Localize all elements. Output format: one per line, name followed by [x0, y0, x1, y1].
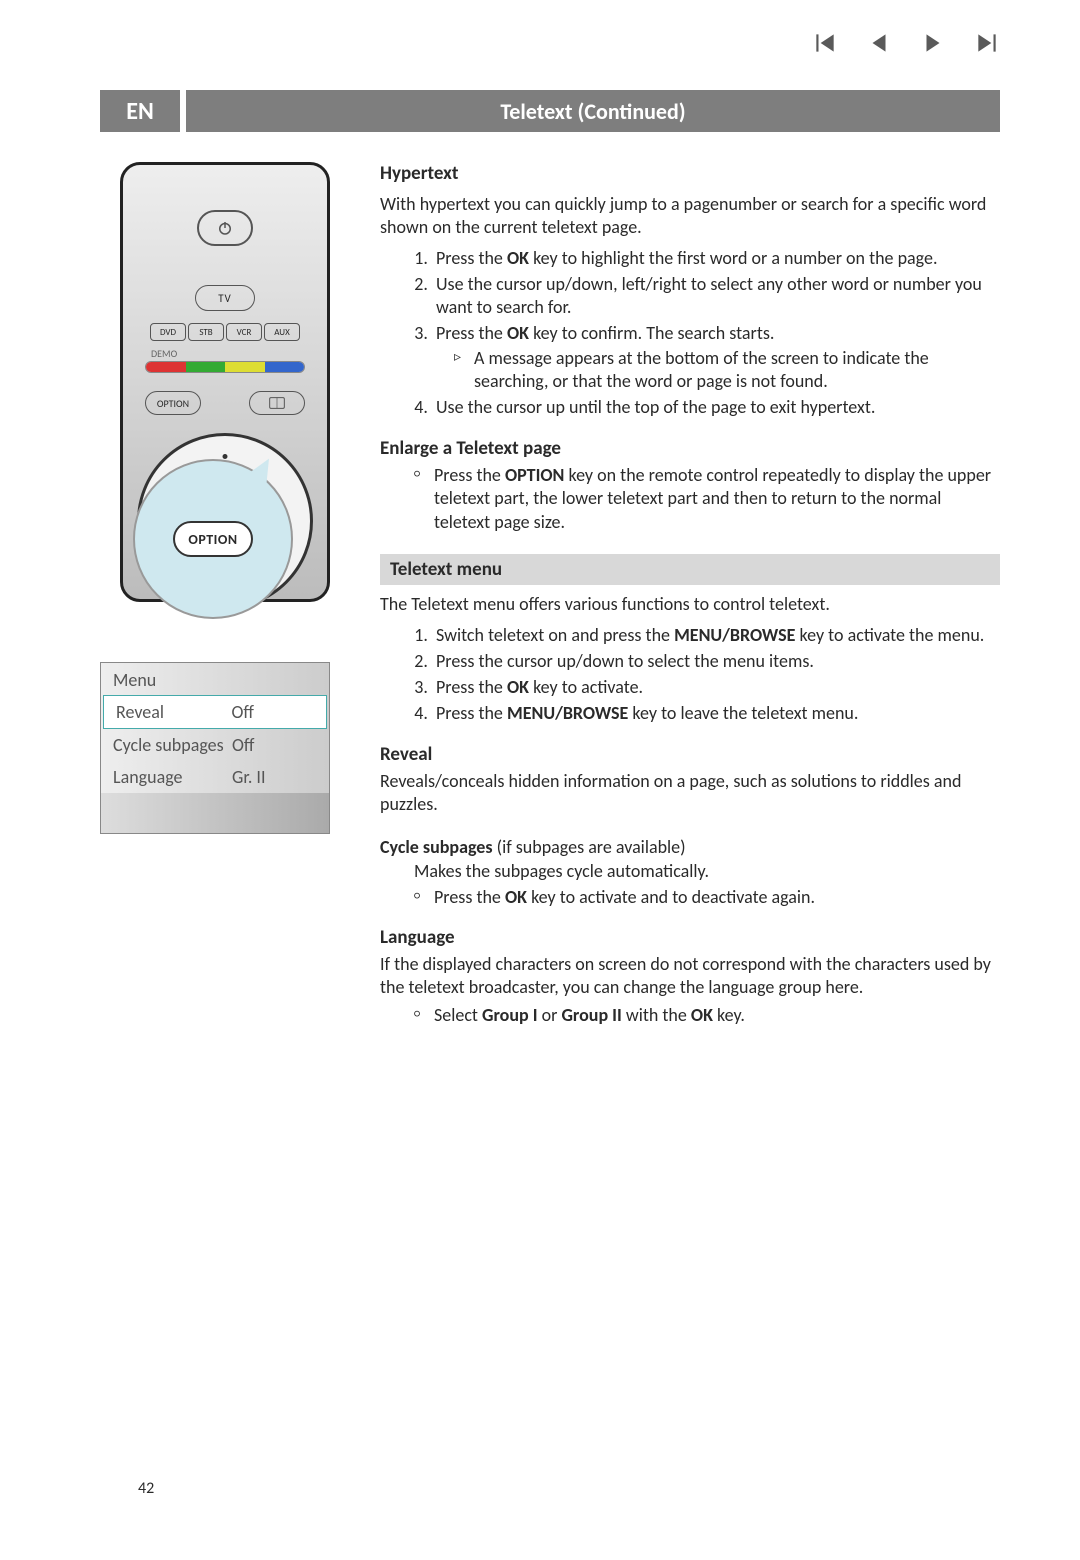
hypertext-steps: Press the OK key to highlight the first …: [432, 246, 1000, 421]
hypertext-step-3-sub: A message appears at the bottom of the s…: [454, 347, 1000, 393]
last-page-icon[interactable]: [974, 30, 1000, 61]
heading-enlarge: Enlarge a Teletext page: [380, 437, 1000, 460]
menu-row-reveal: Reveal Off: [103, 695, 327, 729]
remote-illustration: TV DVD STB VCR AUX DEMO OPTION: [120, 162, 330, 602]
heading-hypertext: Hypertext: [380, 162, 1000, 185]
demo-label: DEMO: [151, 347, 177, 360]
menu-steps: Switch teletext on and press the MENU/BR…: [432, 623, 1000, 727]
mode-aux: AUX: [264, 323, 300, 341]
prev-page-icon[interactable]: [866, 30, 892, 61]
option-button-small: OPTION: [145, 391, 201, 415]
option-callout-label: OPTION: [173, 521, 253, 557]
enlarge-bullet: Press the OPTION key on the remote contr…: [414, 464, 1000, 534]
menu-header: Menu: [101, 663, 329, 695]
heading-language: Language: [380, 926, 1000, 949]
hypertext-step-1: Press the OK key to highlight the first …: [432, 246, 1000, 272]
power-button-icon: [197, 210, 253, 246]
menu-intro: The Teletext menu offers various functio…: [380, 593, 1000, 616]
tv-button: TV: [195, 285, 255, 311]
menu-step-1: Switch teletext on and press the MENU/BR…: [432, 623, 1000, 649]
menu-step-2: Press the cursor up/down to select the m…: [432, 649, 1000, 675]
cycle-heading-line: Cycle subpages (if subpages are availabl…: [380, 836, 1000, 858]
page-header: EN Teletext (Continued): [100, 90, 1000, 132]
pdf-nav-icons: [812, 30, 1000, 61]
first-page-icon[interactable]: [812, 30, 838, 61]
page-number: 42: [138, 1479, 154, 1498]
cycle-bullet: Press the OK key to activate and to deac…: [414, 886, 1000, 909]
menu-row-cycle: Cycle subpages Off: [101, 729, 329, 761]
cycle-text: Makes the subpages cycle automatically.: [414, 860, 1000, 882]
mode-dvd: DVD: [150, 323, 186, 341]
page-title: Teletext (Continued): [186, 90, 1000, 132]
mode-buttons: DVD STB VCR AUX: [150, 323, 300, 341]
hypertext-step-4: Use the cursor up until the top of the p…: [432, 395, 1000, 421]
hypertext-intro: With hypertext you can quickly jump to a…: [380, 193, 1000, 240]
color-buttons: [145, 361, 305, 373]
reveal-text: Reveals/conceals hidden information on a…: [380, 770, 1000, 817]
teletext-icon: [249, 391, 305, 415]
next-page-icon[interactable]: [920, 30, 946, 61]
language-badge: EN: [100, 90, 180, 132]
language-text: If the displayed characters on screen do…: [380, 953, 1000, 1000]
hypertext-step-2: Use the cursor up/down, left/right to se…: [432, 272, 1000, 321]
mode-stb: STB: [188, 323, 224, 341]
mode-vcr: VCR: [226, 323, 262, 341]
menu-step-4: Press the MENU/BROWSE key to leave the t…: [432, 701, 1000, 727]
menu-row-language: Language Gr. II: [101, 761, 329, 793]
section-bar-teletext-menu: Teletext menu: [380, 554, 1000, 585]
menu-step-3: Press the OK key to activate.: [432, 675, 1000, 701]
language-bullet: Select Group I or Group II with the OK k…: [414, 1004, 1000, 1027]
hypertext-step-3: Press the OK key to confirm. The search …: [432, 321, 1000, 395]
teletext-menu-preview: Menu Reveal Off Cycle subpages Off Langu…: [100, 662, 330, 834]
option-callout: OPTION: [133, 459, 293, 619]
content-column: Hypertext With hypertext you can quickly…: [380, 162, 1000, 1027]
heading-reveal: Reveal: [380, 743, 1000, 766]
